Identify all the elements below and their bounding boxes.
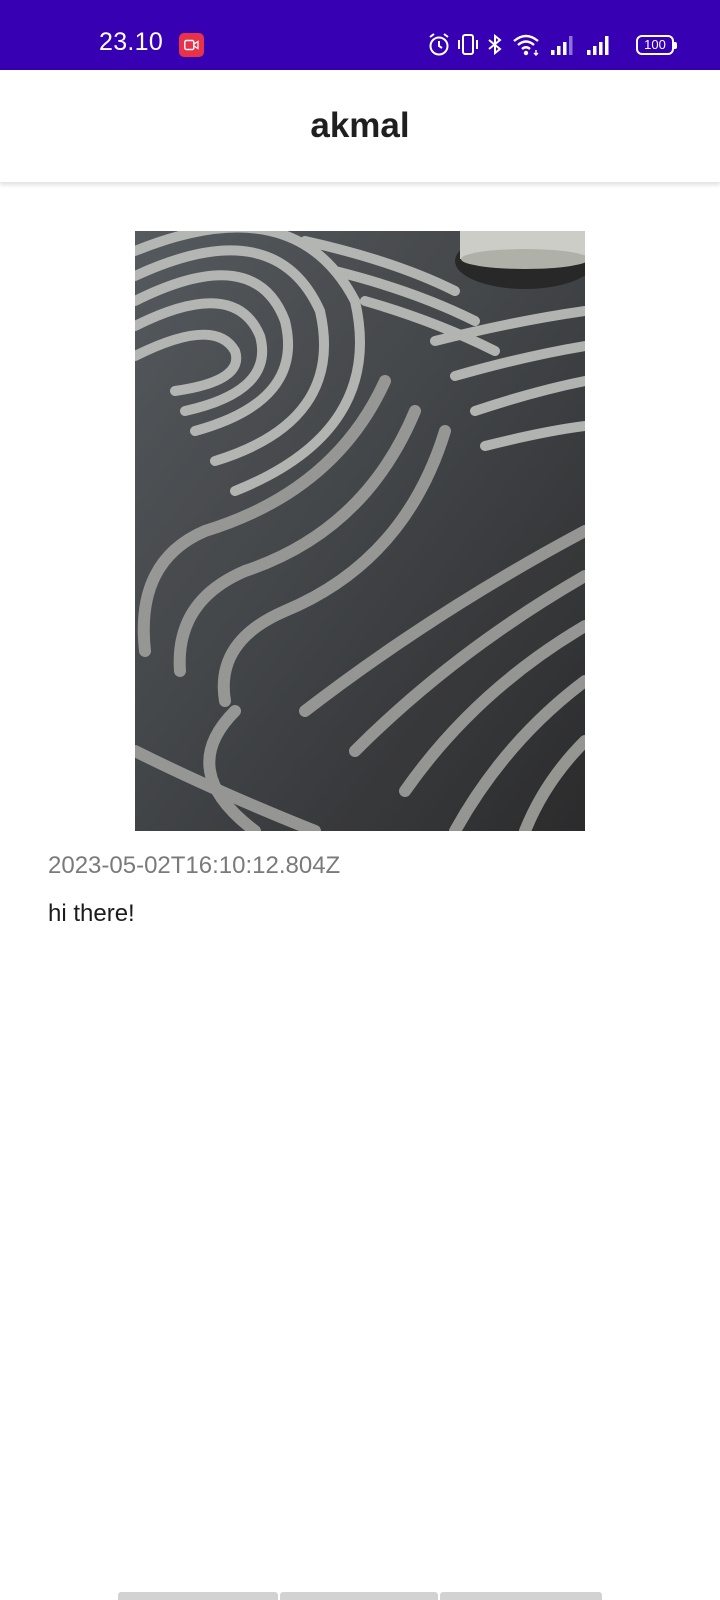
- post-caption: hi there!: [48, 900, 135, 927]
- handle-segment: [280, 1592, 438, 1600]
- handle-segment: [118, 1592, 278, 1600]
- wifi-icon: [513, 34, 539, 56]
- bluetooth-icon: [488, 33, 502, 56]
- screen-record-icon: [179, 33, 204, 57]
- alarm-icon: [429, 33, 449, 56]
- signal-sim2-icon: [587, 36, 609, 55]
- app-bar: akmal: [0, 70, 720, 183]
- vibrate-icon: [458, 34, 478, 55]
- page-title: akmal: [310, 106, 410, 145]
- signal-sim1-icon: [551, 36, 573, 55]
- battery-icon: 100: [636, 35, 677, 55]
- status-bar: 23.10 100: [0, 0, 720, 70]
- battery-level: 100: [644, 37, 666, 52]
- post-image[interactable]: [135, 231, 585, 831]
- post-timestamp: 2023-05-02T16:10:12.804Z: [48, 852, 341, 879]
- handle-segment: [440, 1592, 602, 1600]
- bottom-navigation-handle[interactable]: [118, 1592, 602, 1600]
- status-time: 23.10: [99, 28, 164, 56]
